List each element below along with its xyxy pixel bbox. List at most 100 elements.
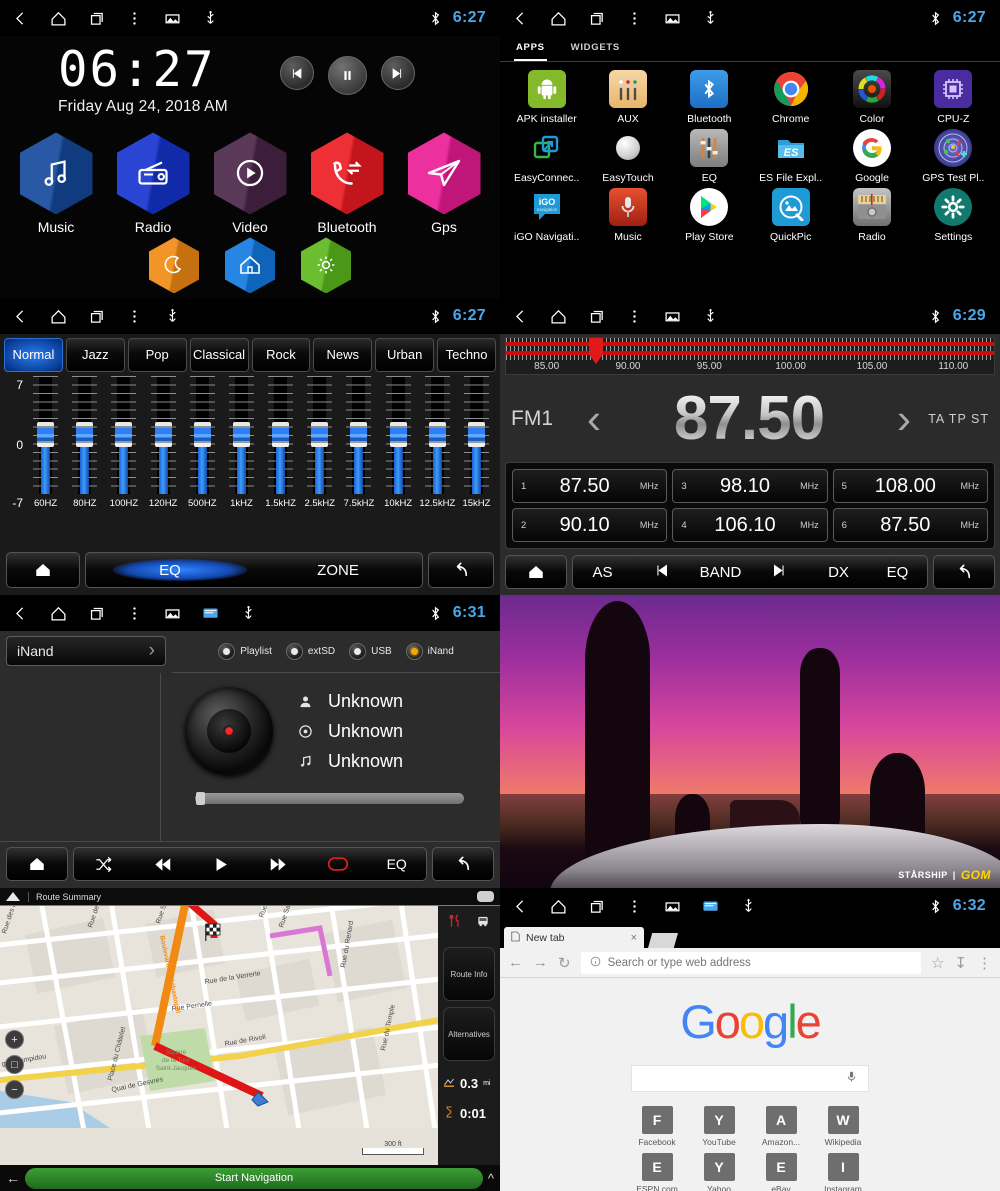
tab-apps[interactable]: APPS [514, 38, 547, 61]
app-easytouch[interactable]: EasyTouch [587, 129, 668, 184]
back-icon[interactable] [12, 308, 29, 325]
screenshot-icon[interactable] [664, 10, 681, 27]
home-icon[interactable] [50, 605, 67, 622]
app-play-store[interactable]: Play Store [669, 188, 750, 243]
overflow-icon[interactable] [626, 898, 643, 915]
screenshot-icon[interactable] [664, 898, 681, 915]
screenshot-icon[interactable] [664, 308, 681, 325]
new-tab-button[interactable] [648, 933, 678, 948]
app-aux[interactable]: AUX [587, 70, 668, 125]
previous-button[interactable] [133, 854, 192, 875]
screenshot-icon[interactable] [164, 10, 181, 27]
storage-source-button[interactable]: iNand › [6, 636, 166, 666]
preset-6[interactable]: 6 87.50 MHz [832, 508, 988, 542]
eq-band-7-5khz[interactable]: 7.5kHZ [339, 376, 378, 547]
shortcut-video[interactable]: Video [213, 132, 287, 235]
video-frame[interactable]: STÅRSHIP | GOM [500, 595, 1000, 888]
overflow-icon[interactable] [126, 308, 143, 325]
pause-button[interactable] [327, 56, 367, 95]
eq-tab-label[interactable]: EQ [86, 562, 254, 579]
eq-band-120hz[interactable]: 120HZ [144, 376, 183, 547]
sms-icon[interactable] [202, 605, 219, 622]
recents-icon[interactable] [588, 308, 605, 325]
nav-back-icon[interactable]: ← [6, 1170, 20, 1186]
eq-band-100hz[interactable]: 100HZ [104, 376, 143, 547]
home-button[interactable] [6, 847, 68, 881]
eq-band-15khz[interactable]: 15kHZ [457, 376, 496, 547]
dx-button[interactable]: DX [809, 564, 868, 581]
app-apk-installer[interactable]: APK installer [506, 70, 587, 125]
eq-preset-normal[interactable]: Normal [4, 338, 63, 372]
expand-up-icon[interactable]: ^ [488, 1171, 494, 1186]
shortcut-wikipedia[interactable]: W Wikipedia [812, 1106, 874, 1147]
shortcut-instagram[interactable]: I Instagram [812, 1153, 874, 1191]
download-icon[interactable]: ↧ [954, 954, 967, 972]
home-button[interactable] [505, 555, 567, 589]
preset-2[interactable]: 2 90.10 MHz [512, 508, 668, 542]
app-quickpic[interactable]: QuickPic [750, 188, 831, 243]
recents-icon[interactable] [88, 605, 105, 622]
next-button[interactable] [250, 854, 309, 875]
shortcut-amazon[interactable]: A Amazon... [750, 1106, 812, 1147]
band-button[interactable]: BAND [691, 564, 750, 581]
microphone-icon[interactable] [845, 1070, 858, 1088]
eq-preset-urban[interactable]: Urban [375, 338, 435, 372]
home-icon[interactable] [550, 898, 567, 915]
auto-scan-button[interactable]: AS [573, 564, 632, 581]
tune-up-button[interactable]: › [893, 397, 915, 440]
back-icon[interactable] [12, 605, 29, 622]
preset-3[interactable]: 3 98.10 MHz [672, 469, 828, 503]
app-settings[interactable]: Settings [913, 188, 994, 243]
eq-band-80hz[interactable]: 80HZ [65, 376, 104, 547]
usb-icon[interactable] [702, 10, 719, 27]
shortcut-ebay[interactable]: EeBay [750, 1153, 812, 1191]
shortcut-music[interactable]: Music [19, 132, 93, 235]
eq-band-2-5khz[interactable]: 2.5kHZ [300, 376, 339, 547]
search-input[interactable] [631, 1065, 869, 1092]
overflow-icon[interactable] [626, 10, 643, 27]
reload-icon[interactable]: ↻ [558, 954, 571, 972]
recenter-icon[interactable]: □ [5, 1055, 24, 1075]
shuffle-button[interactable] [74, 855, 133, 874]
app-music[interactable]: Music [587, 188, 668, 243]
repeat-button[interactable] [309, 855, 368, 873]
app-google[interactable]: Google [831, 129, 912, 184]
recents-icon[interactable] [588, 898, 605, 915]
back-icon[interactable] [512, 10, 529, 27]
up-arrow-icon[interactable] [6, 892, 20, 901]
close-icon[interactable]: × [631, 932, 637, 944]
back-icon[interactable] [12, 10, 29, 27]
eq-preset-jazz[interactable]: Jazz [65, 338, 125, 372]
play-button[interactable] [191, 855, 250, 874]
shortcut-yahoo[interactable]: Y Yahoo [688, 1153, 750, 1191]
usb-icon[interactable] [702, 308, 719, 325]
moon-icon[interactable] [149, 237, 199, 294]
star-icon[interactable]: ☆ [931, 954, 944, 972]
shortcut-gps[interactable]: Gps [407, 132, 481, 235]
zone-tab-label[interactable]: ZONE [254, 562, 422, 579]
app-eq[interactable]: EQ [669, 129, 750, 184]
preset-4[interactable]: 4 106.10 MHz [672, 508, 828, 542]
back-button[interactable] [428, 552, 494, 588]
app-cpu-z[interactable]: CPU-Z [913, 70, 994, 125]
preset-1[interactable]: 1 87.50 MHz [512, 469, 668, 503]
start-navigation-button[interactable]: Start Navigation [25, 1167, 483, 1189]
restaurant-icon[interactable] [448, 914, 462, 933]
source-usb[interactable]: USB [349, 643, 392, 660]
usb-icon[interactable] [202, 10, 219, 27]
browser-tab[interactable]: New tab × [504, 927, 644, 948]
panel-video[interactable]: STÅRSHIP | GOM [500, 595, 1000, 888]
back-button[interactable] [432, 847, 494, 881]
app-color[interactable]: Color [831, 70, 912, 125]
usb-icon[interactable] [240, 605, 257, 622]
alternatives-button[interactable]: Alternatives [443, 1007, 495, 1061]
source-playlist[interactable]: Playlist [218, 643, 272, 660]
seek-up-button[interactable] [750, 562, 809, 583]
shortcut-radio[interactable]: Radio [116, 132, 190, 235]
eq-band-1-5khz[interactable]: 1.5kHZ [261, 376, 300, 547]
speech-bubble-icon[interactable] [477, 891, 494, 902]
sms-icon[interactable] [702, 898, 719, 915]
overflow-icon[interactable] [126, 10, 143, 27]
eq-preset-rock[interactable]: Rock [251, 338, 311, 372]
back-icon[interactable] [512, 898, 529, 915]
